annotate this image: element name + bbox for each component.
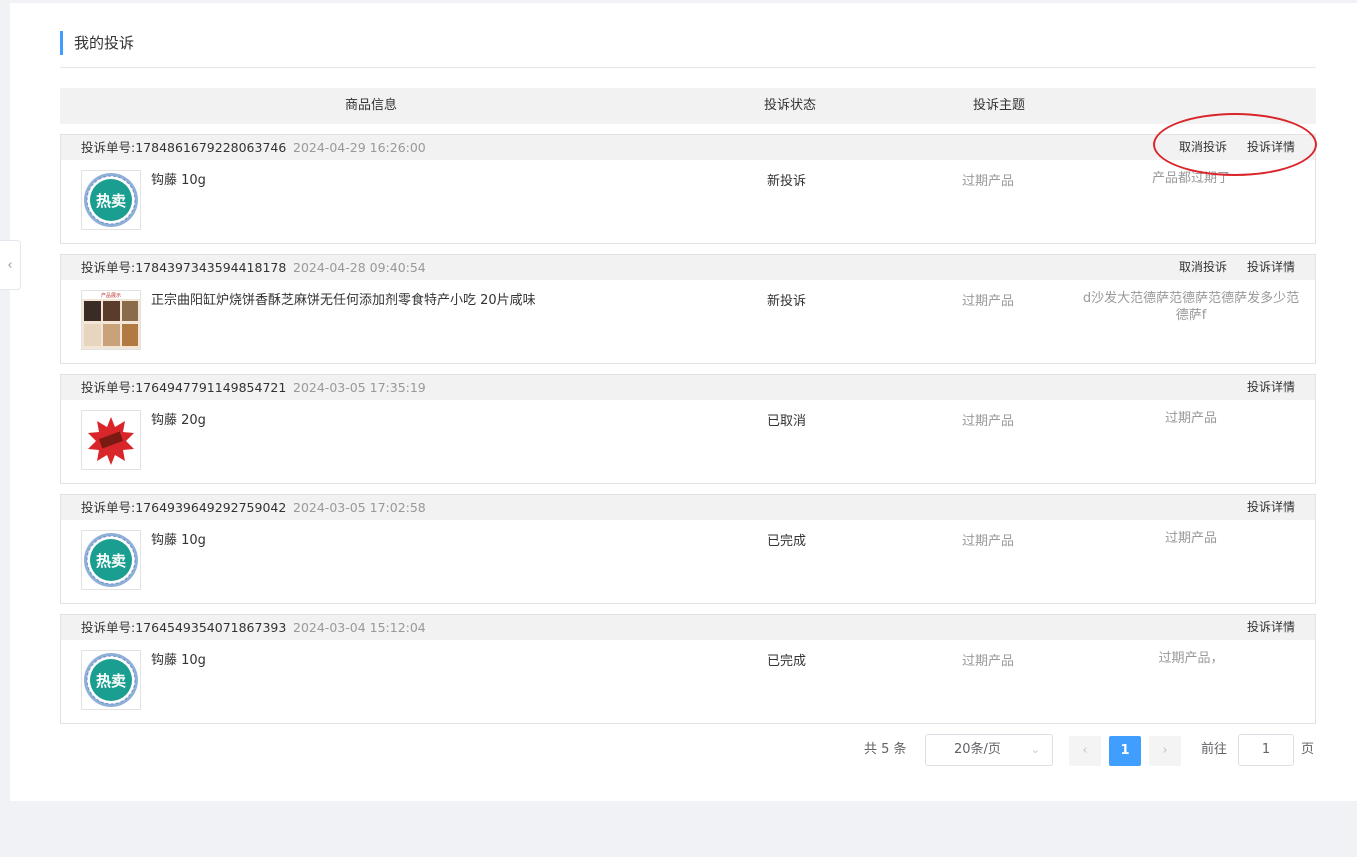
complaint-row: 投诉单号:1784861679228063746 2024-04-29 16:2… (60, 134, 1316, 244)
hot-badge-text: 热卖 (96, 672, 126, 690)
hot-sale-badge-image: 热卖 (84, 173, 138, 227)
complaint-number: 投诉单号:1784397343594418178 (81, 260, 287, 275)
page-title: 我的投诉 (60, 31, 134, 55)
table-header: 商品信息 投诉状态 投诉主题 (60, 88, 1316, 124)
complaint-number: 投诉单号:1764549354071867393 (81, 620, 287, 635)
food-photo-caption: 产品展示 (101, 292, 121, 299)
cancel-complaint-button[interactable]: 取消投诉 (1179, 255, 1227, 280)
complaint-description: 过期产品 (1164, 531, 1217, 546)
complaint-detail-button[interactable]: 投诉详情 (1247, 495, 1295, 520)
complaint-detail-button[interactable]: 投诉详情 (1247, 135, 1295, 160)
page-suffix-label: 页 (1301, 742, 1315, 757)
hot-sale-badge-image: 热卖 (84, 653, 138, 707)
product-name[interactable]: 钩藤 10g (151, 169, 206, 188)
goto-label: 前往 (1201, 742, 1228, 757)
product-thumbnail[interactable]: 热卖 (81, 530, 141, 590)
product-name[interactable]: 钩藤 20g (151, 409, 206, 428)
complaint-row: 投诉单号:1764947791149854721 2024-03-05 17:3… (60, 374, 1316, 484)
complaint-row-header: 投诉单号:1784861679228063746 2024-04-29 16:2… (61, 135, 1315, 160)
goto-page-input[interactable]: 1 (1238, 734, 1294, 766)
cancel-complaint-button[interactable]: 取消投诉 (1179, 135, 1227, 160)
complaint-row-header: 投诉单号:1784397343594418178 2024-04-28 09:4… (61, 255, 1315, 280)
complaint-subject: 过期产品 (962, 654, 1015, 669)
product-name[interactable]: 钩藤 10g (151, 649, 206, 668)
product-thumbnail[interactable]: 热卖 (81, 650, 141, 710)
complaint-subject: 过期产品 (962, 174, 1015, 189)
page-size-select[interactable]: 20条/页 ⌄ (925, 734, 1053, 766)
column-header-product: 商品信息 (345, 98, 398, 113)
complaint-status: 已取消 (767, 414, 807, 429)
product-thumbnail[interactable]: 产品展示 (81, 290, 141, 350)
complaint-time: 2024-04-29 16:26:00 (293, 140, 426, 155)
complaint-status: 已完成 (767, 654, 807, 669)
complaint-number: 投诉单号:1784861679228063746 (81, 140, 287, 155)
hot-badge-text: 热卖 (96, 192, 126, 210)
product-name[interactable]: 钩藤 10g (151, 529, 206, 548)
page-number-current[interactable]: 1 (1109, 736, 1141, 766)
complaint-time: 2024-03-04 15:12:04 (293, 620, 426, 635)
chevron-right-icon: › (1162, 743, 1168, 758)
complaint-number: 投诉单号:1764947791149854721 (81, 380, 287, 395)
complaint-detail-button[interactable]: 投诉详情 (1247, 615, 1295, 640)
column-header-status: 投诉状态 (764, 98, 817, 113)
complaint-time: 2024-03-05 17:02:58 (293, 500, 426, 515)
complaint-subject: 过期产品 (962, 294, 1015, 309)
chevron-left-icon: ‹ (1082, 743, 1088, 758)
food-photo-image: 产品展示 (82, 291, 140, 349)
product-thumbnail[interactable]: 热卖 (81, 170, 141, 230)
complaint-subject: 过期产品 (962, 414, 1015, 429)
complaint-detail-button[interactable]: 投诉详情 (1247, 375, 1295, 400)
chevron-left-icon: ‹ (7, 257, 13, 273)
next-page-button[interactable]: › (1149, 736, 1181, 766)
complaint-row-header: 投诉单号:1764939649292759042 2024-03-05 17:0… (61, 495, 1315, 520)
complaint-status: 新投诉 (767, 174, 807, 189)
red-starburst-badge-image (88, 417, 134, 465)
complaint-status: 新投诉 (767, 294, 807, 309)
pagination-total: 共 5 条 (864, 742, 907, 757)
complaint-row: 投诉单号:1764939649292759042 2024-03-05 17:0… (60, 494, 1316, 604)
product-thumbnail[interactable] (81, 410, 141, 470)
complaint-subject: 过期产品 (962, 534, 1015, 549)
page-size-value: 20条/页 (954, 742, 1001, 757)
product-name[interactable]: 正宗曲阳缸炉烧饼香酥芝麻饼无任何添加剂零食特产小吃 20片咸味 (151, 289, 536, 308)
complaint-description: d沙发大范德萨范德萨范德萨发多少范德萨f (1082, 291, 1300, 323)
complaint-row-header: 投诉单号:1764947791149854721 2024-03-05 17:3… (61, 375, 1315, 400)
complaint-row: 投诉单号:1784397343594418178 2024-04-28 09:4… (60, 254, 1316, 364)
chevron-down-icon: ⌄ (1030, 743, 1040, 756)
column-header-subject: 投诉主题 (973, 98, 1026, 113)
complaint-description: 过期产品 (1164, 411, 1217, 426)
complaint-row: 投诉单号:1764549354071867393 2024-03-04 15:1… (60, 614, 1316, 724)
complaint-row-header: 投诉单号:1764549354071867393 2024-03-04 15:1… (61, 615, 1315, 640)
title-divider (60, 67, 1316, 68)
complaint-description: 过期产品， (1158, 651, 1224, 666)
complaint-detail-button[interactable]: 投诉详情 (1247, 255, 1295, 280)
hot-badge-text: 热卖 (96, 552, 126, 570)
complaint-status: 已完成 (767, 534, 807, 549)
complaint-time: 2024-04-28 09:40:54 (293, 260, 426, 275)
complaint-time: 2024-03-05 17:35:19 (293, 380, 426, 395)
prev-page-button[interactable]: ‹ (1069, 736, 1101, 766)
hot-sale-badge-image: 热卖 (84, 533, 138, 587)
complaint-number: 投诉单号:1764939649292759042 (81, 500, 287, 515)
complaint-description: 产品都过期了 (1151, 171, 1230, 186)
pagination: 共 5 条 20条/页 ⌄ ‹ 1 › 前往 1 页 (0, 734, 1357, 766)
sidebar-collapse-button[interactable]: ‹ (0, 240, 21, 290)
